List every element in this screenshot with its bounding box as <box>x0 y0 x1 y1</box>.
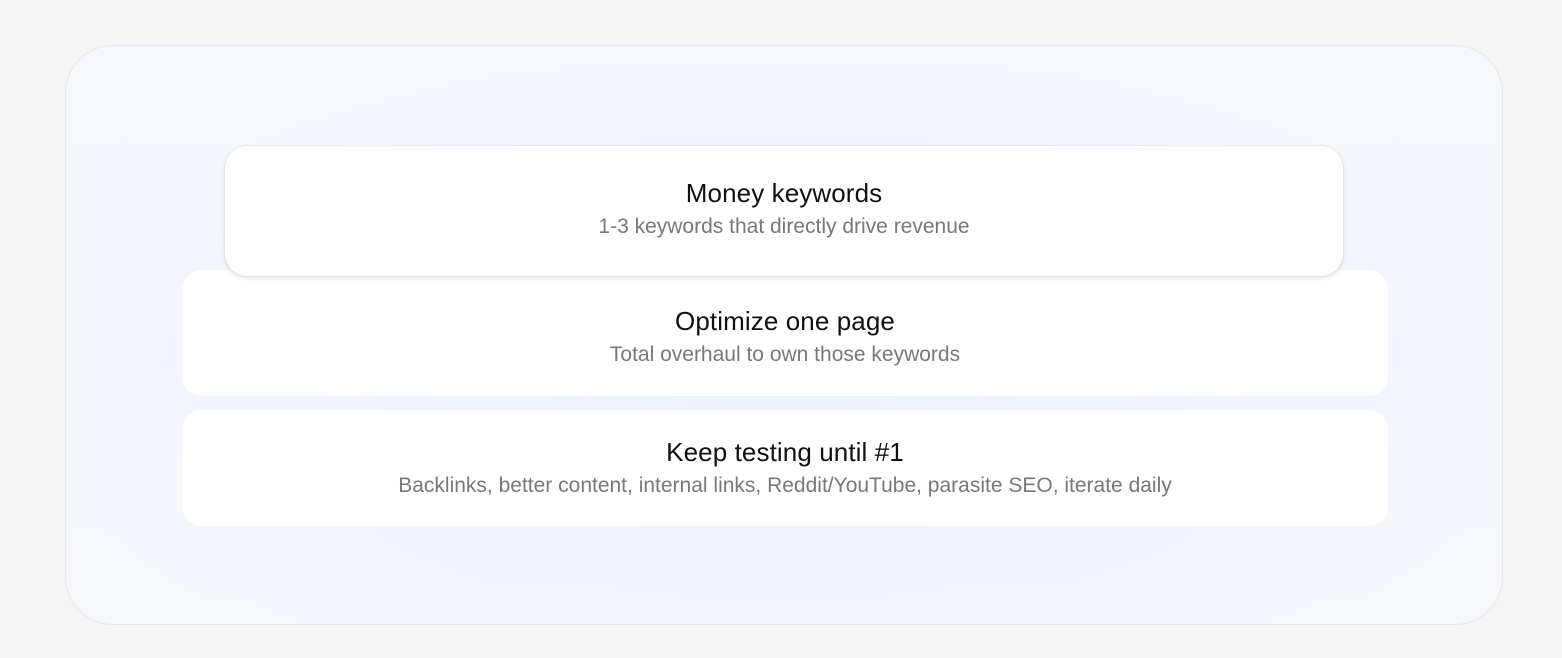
step-description: Total overhaul to own those keywords <box>609 343 961 366</box>
step-card-keep-testing: Keep testing until #1 Backlinks, better … <box>182 410 1388 526</box>
step-card-optimize-one-page: Optimize one page Total overhaul to own … <box>182 270 1388 396</box>
step-card-money-keywords: Money keywords 1-3 keywords that directl… <box>225 146 1343 276</box>
step-title: Keep testing until #1 <box>666 437 904 467</box>
step-description: Backlinks, better content, internal link… <box>398 474 1172 497</box>
step-title: Optimize one page <box>675 306 895 336</box>
step-title: Money keywords <box>685 178 883 208</box>
step-description: 1-3 keywords that directly drive revenue <box>598 215 970 238</box>
